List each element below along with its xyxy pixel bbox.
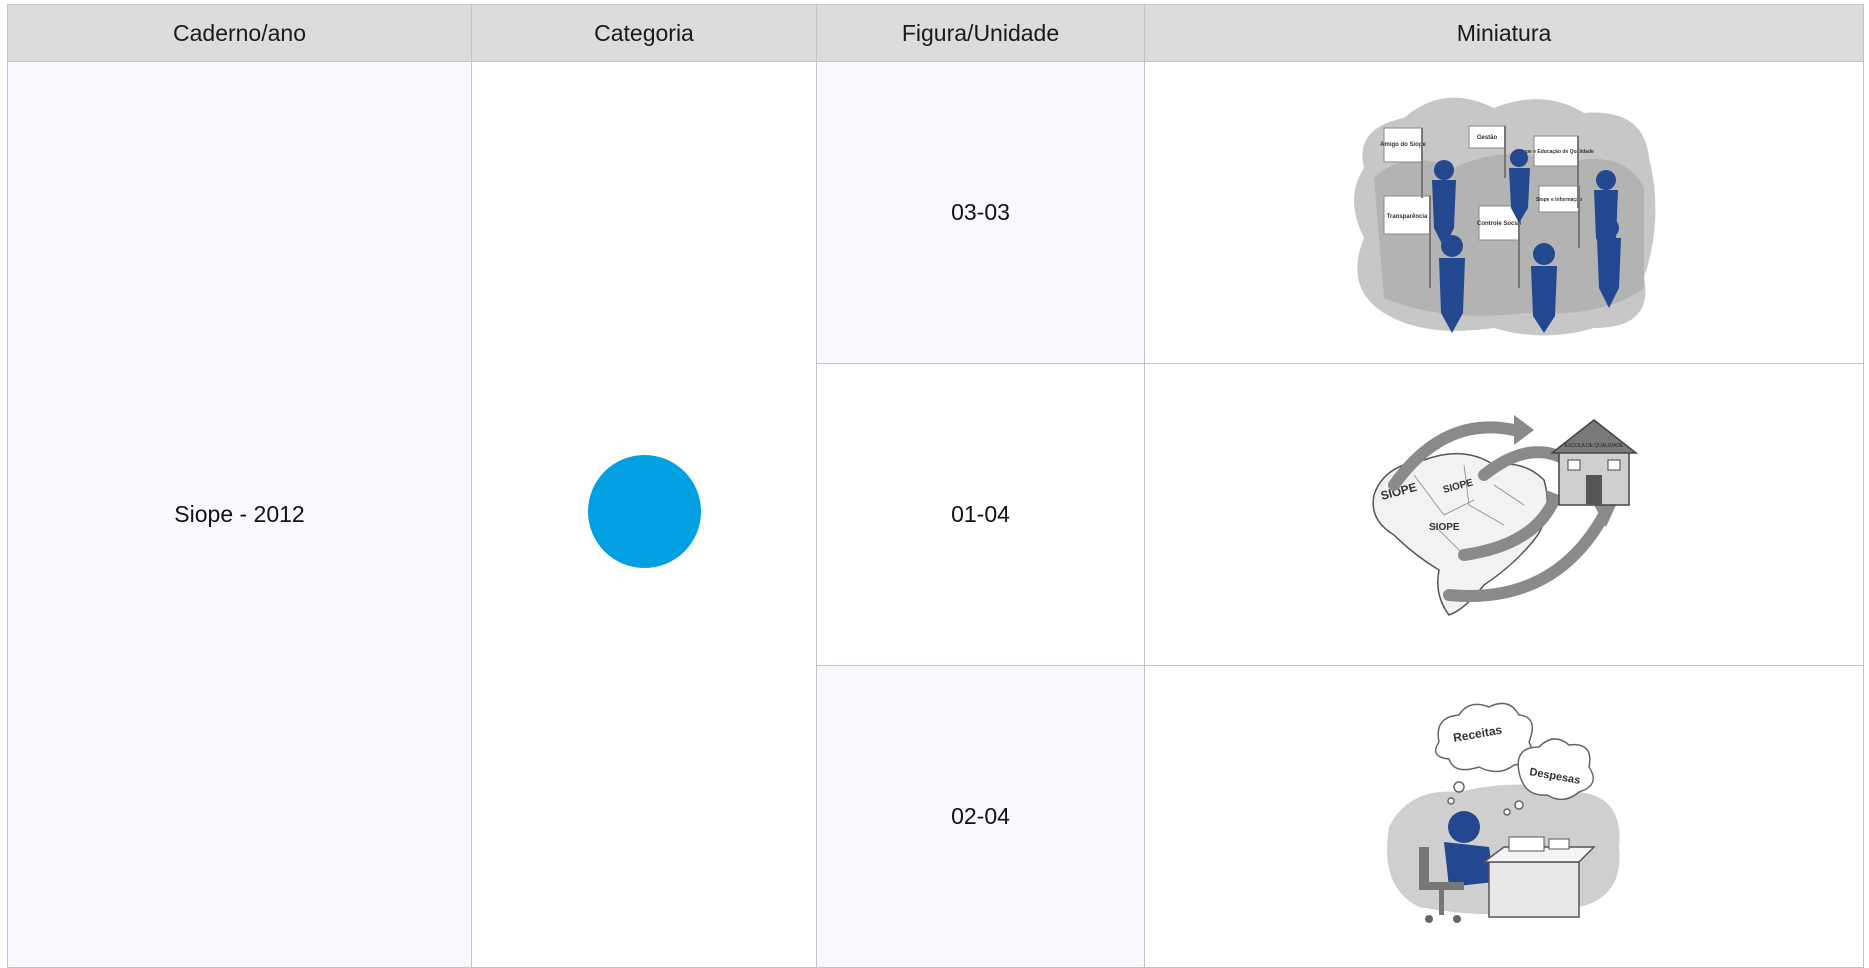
figura-cell: 03-03 xyxy=(816,61,1145,364)
figures-table: Caderno/ano Categoria Figura/Unidade Min… xyxy=(7,4,1864,968)
caderno-cell: Siope - 2012 xyxy=(7,61,472,968)
school-sign: ESCOLA DE QUALIDADE xyxy=(1565,443,1624,449)
person-at-desk-thumbnail[interactable]: Receitas Despesas xyxy=(1379,697,1629,937)
header-caderno[interactable]: Caderno/ano xyxy=(7,4,472,62)
sign-text: Amigo do Siope xyxy=(1380,142,1426,148)
figura-cell: 01-04 xyxy=(816,363,1145,666)
sign-text: Gestão xyxy=(1477,135,1498,141)
figura-cell: 02-04 xyxy=(816,665,1145,968)
miniatura-cell[interactable]: SIOPE SIOPE SIOPE ESCOLA DE QUALIDADE xyxy=(1144,363,1864,666)
miniatura-cell[interactable]: Receitas Despesas xyxy=(1144,665,1864,968)
miniatura-cell[interactable]: Amigo do Siope Gestão Siope e Educação d… xyxy=(1144,61,1864,364)
people-with-flags-thumbnail[interactable]: Amigo do Siope Gestão Siope e Educação d… xyxy=(1344,88,1664,338)
header-categoria[interactable]: Categoria xyxy=(471,4,817,62)
school-building-icon: ESCOLA DE QUALIDADE xyxy=(1549,418,1639,506)
table-header-row: Caderno/ano Categoria Figura/Unidade Min… xyxy=(7,4,1864,62)
sign-text: Siope e Informação xyxy=(1536,197,1582,203)
category-dot-icon xyxy=(587,455,701,568)
categoria-cell xyxy=(471,61,817,968)
sign-text: Siope e Educação de Qualidade xyxy=(1518,149,1594,155)
header-miniatura[interactable]: Miniatura xyxy=(1144,4,1864,62)
brazil-map-thumbnail[interactable]: SIOPE SIOPE SIOPE ESCOLA DE QUALIDADE xyxy=(1354,405,1654,625)
map-label: SIOPE xyxy=(1429,522,1460,533)
sign-text: Controle Social xyxy=(1477,221,1521,227)
header-figura[interactable]: Figura/Unidade xyxy=(816,4,1145,62)
sign-text: Transparência xyxy=(1387,214,1428,220)
table-row: Siope - 2012 03-03 Amigo do Siope Gestão… xyxy=(7,61,1864,968)
